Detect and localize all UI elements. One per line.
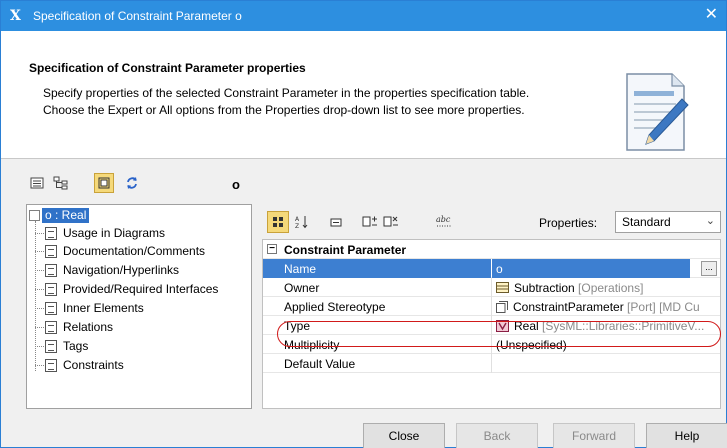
svg-text:Z: Z [295,223,299,229]
property-name: Applied Stereotype [284,300,386,314]
app-icon: X [10,8,21,24]
tree-item-label: Usage in Diagrams [63,226,166,240]
tree-root-label[interactable]: o : Real [42,207,90,223]
tree-item-inner-elements[interactable]: Inner Elements [35,299,144,317]
header-description-line-1: Specify properties of the selected Const… [43,86,530,100]
abc-icon[interactable]: abc [433,211,455,233]
page-icon [45,358,57,372]
description-header: Specification of Constraint Parameter pr… [1,31,726,159]
tree-item-label: Documentation/Comments [63,244,206,258]
close-icon[interactable]: ✕ [705,6,718,24]
layout-icon[interactable] [94,173,114,193]
tree-item-relations[interactable]: Relations [35,318,113,336]
sort-alphabetic-icon[interactable]: AZ [291,211,313,233]
ellipsis-button[interactable]: ... [701,261,717,276]
refresh-icon[interactable] [122,173,142,193]
tree-item-label: Relations [63,320,114,334]
tree-item-interfaces[interactable]: Provided/Required Interfaces [35,280,218,298]
collapse-icon[interactable] [29,209,40,221]
table-row-applied-stereotype[interactable]: Applied Stereotype ConstraintParameter [… [263,297,720,316]
page-icon [45,263,57,277]
tree-item-label: Constraints [63,358,124,372]
window-title: Specification of Constraint Parameter o [33,9,242,23]
property-value[interactable]: ConstraintParameter [Port] [MD Cu [496,300,700,314]
type-highlight-outline [277,321,721,347]
header-description-line-2: Choose the Expert or All options from th… [43,103,525,117]
properties-dropdown[interactable]: Standard ⌄ [615,211,721,233]
tree-root[interactable]: o : Real [29,207,90,223]
forward-button[interactable]: Forward [553,423,635,448]
table-row-name[interactable]: Name o ... [263,259,720,278]
page-icon [45,339,57,353]
tree-item-tags[interactable]: Tags [35,337,88,355]
collapse-category-icon[interactable]: − [267,244,277,254]
collapse-all-icon[interactable] [325,211,347,233]
expand-properties-icon[interactable] [359,211,381,233]
header-title: Specification of Constraint Parameter pr… [29,61,306,75]
property-name: Name [263,259,491,278]
page-icon [45,244,57,258]
title-bar: X Specification of Constraint Parameter … [1,1,726,31]
tree-item-label: Navigation/Hyperlinks [63,263,180,277]
category-row[interactable]: − Constraint Parameter [263,240,720,259]
help-button[interactable]: Help [646,423,727,448]
back-button[interactable]: Back [456,423,538,448]
tree-item-navigation[interactable]: Navigation/Hyperlinks [35,261,179,279]
categorized-view-icon[interactable] [267,211,289,233]
element-label: o [232,177,240,192]
close-button[interactable]: Close [363,423,445,448]
tree-item-label: Tags [63,339,89,353]
table-row-owner[interactable]: Owner Subtraction [Operations] [263,278,720,297]
page-icon [45,320,57,334]
category-label: Constraint Parameter [284,243,407,257]
list-view-icon[interactable] [27,173,47,193]
filter-properties-icon[interactable] [380,211,402,233]
tree-view-icon[interactable] [51,173,71,193]
page-icon [45,226,57,240]
svg-text:abc: abc [436,215,451,224]
property-value[interactable]: Subtraction [Operations] [496,281,643,295]
stereotype-icon [496,301,508,313]
document-pencil-icon [626,73,689,151]
page-icon [45,301,57,315]
properties-selected-value: Standard [622,215,671,229]
block-icon [496,282,509,293]
property-value-input[interactable]: o [492,259,690,278]
tree-item-label: Provided/Required Interfaces [63,282,219,296]
svg-text:A: A [295,216,300,223]
chevron-down-icon: ⌄ [705,215,715,227]
table-row-default-value[interactable]: Default Value [263,354,720,373]
tree-item-documentation[interactable]: Documentation/Comments [35,242,205,260]
tree-item-label: Inner Elements [63,301,144,315]
navigation-tree[interactable]: o : Real Usage in Diagrams Documentation… [26,204,252,409]
tree-item-constraints[interactable]: Constraints [35,356,124,374]
specification-dialog: X Specification of Constraint Parameter … [0,0,727,448]
page-icon [45,282,57,296]
property-name: Owner [284,281,320,295]
property-name: Default Value [284,357,356,371]
properties-label: Properties: [539,216,598,230]
tree-item-usage-in-diagrams[interactable]: Usage in Diagrams [35,224,165,242]
